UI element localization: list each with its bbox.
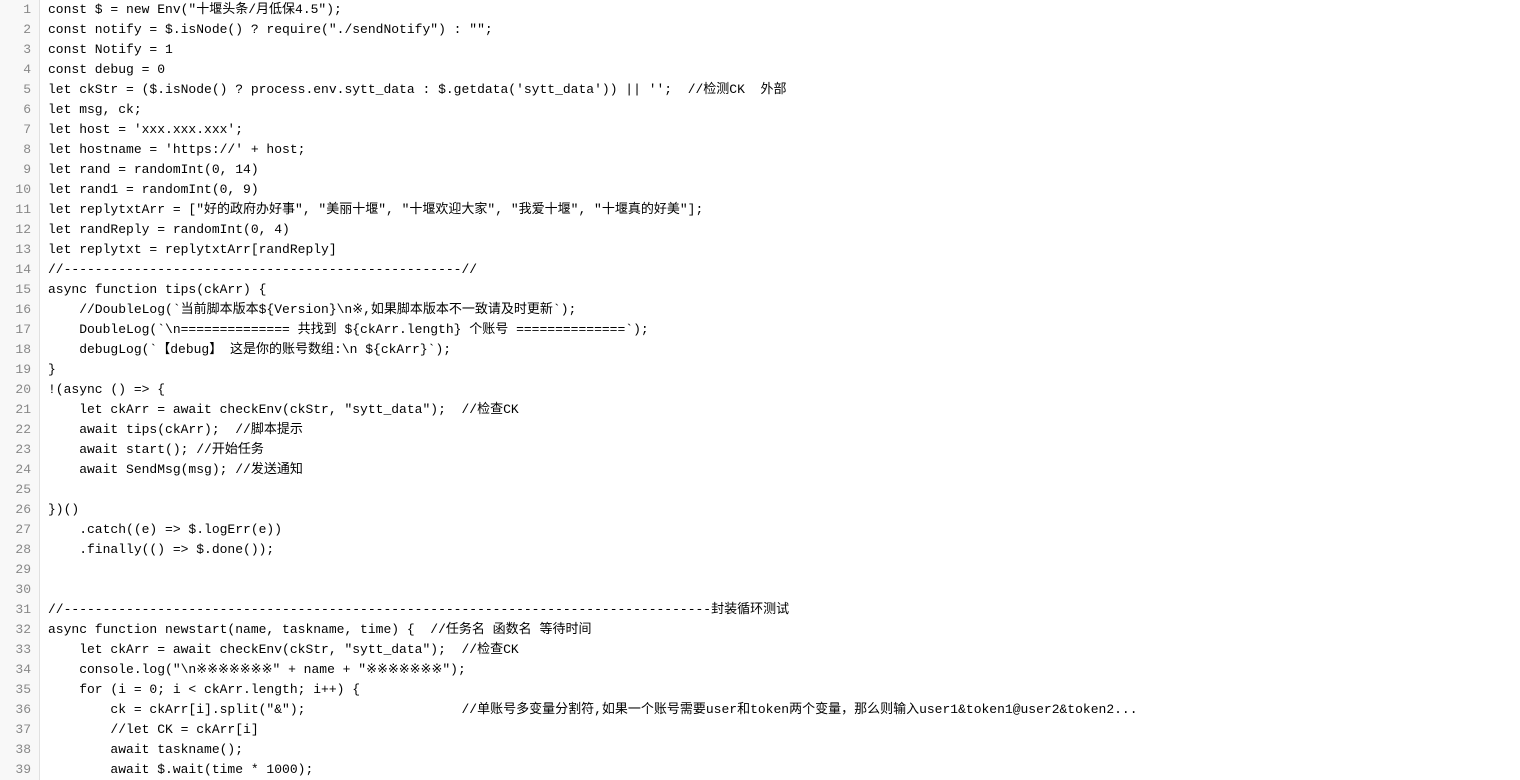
code-line: let msg, ck; (40, 100, 1520, 120)
code-line: await start(); //开始任务 (40, 440, 1520, 460)
line-number-gutter: 1234567891011121314151617181920212223242… (0, 0, 40, 780)
code-line: const debug = 0 (40, 60, 1520, 80)
code-line: const notify = $.isNode() ? require("./s… (40, 20, 1520, 40)
code-line: //DoubleLog(`当前脚本版本${Version}\n※,如果脚本版本不… (40, 300, 1520, 320)
code-line: console.log("\n※※※※※※※" + name + "※※※※※※… (40, 660, 1520, 680)
code-line: const Notify = 1 (40, 40, 1520, 60)
line-number: 4 (0, 60, 39, 80)
line-number: 28 (0, 540, 39, 560)
line-number: 7 (0, 120, 39, 140)
code-line: let ckArr = await checkEnv(ckStr, "sytt_… (40, 400, 1520, 420)
line-number: 32 (0, 620, 39, 640)
line-number: 15 (0, 280, 39, 300)
line-number: 11 (0, 200, 39, 220)
line-number: 2 (0, 20, 39, 40)
line-number: 39 (0, 760, 39, 780)
line-number: 21 (0, 400, 39, 420)
code-line: await $.wait(time * 1000); (40, 760, 1520, 780)
line-number: 30 (0, 580, 39, 600)
line-number: 23 (0, 440, 39, 460)
line-number: 13 (0, 240, 39, 260)
line-number: 34 (0, 660, 39, 680)
code-line: let ckArr = await checkEnv(ckStr, "sytt_… (40, 640, 1520, 660)
line-number: 9 (0, 160, 39, 180)
code-line (40, 560, 1520, 580)
code-line: async function newstart(name, taskname, … (40, 620, 1520, 640)
code-line: let hostname = 'https://' + host; (40, 140, 1520, 160)
code-line: async function tips(ckArr) { (40, 280, 1520, 300)
line-number: 12 (0, 220, 39, 240)
code-line: ck = ckArr[i].split("&"); //单账号多变量分割符,如果… (40, 700, 1520, 720)
line-number: 37 (0, 720, 39, 740)
line-number: 38 (0, 740, 39, 760)
line-number: 26 (0, 500, 39, 520)
line-number: 19 (0, 360, 39, 380)
code-line: //let CK = ckArr[i] (40, 720, 1520, 740)
line-number: 36 (0, 700, 39, 720)
code-line (40, 580, 1520, 600)
code-line (40, 480, 1520, 500)
code-line: await SendMsg(msg); //发送通知 (40, 460, 1520, 480)
code-line: let rand1 = randomInt(0, 9) (40, 180, 1520, 200)
line-number: 29 (0, 560, 39, 580)
code-editor: 1234567891011121314151617181920212223242… (0, 0, 1520, 780)
code-line: })() (40, 500, 1520, 520)
code-line: } (40, 360, 1520, 380)
line-number: 35 (0, 680, 39, 700)
code-line: await tips(ckArr); //脚本提示 (40, 420, 1520, 440)
line-number: 6 (0, 100, 39, 120)
line-number: 18 (0, 340, 39, 360)
code-line: let randReply = randomInt(0, 4) (40, 220, 1520, 240)
line-number: 16 (0, 300, 39, 320)
line-number: 31 (0, 600, 39, 620)
code-line: .catch((e) => $.logErr(e)) (40, 520, 1520, 540)
line-number: 27 (0, 520, 39, 540)
code-line: const $ = new Env("十堰头条/月低保4.5"); (40, 0, 1520, 20)
code-line: //--------------------------------------… (40, 260, 1520, 280)
code-line: //--------------------------------------… (40, 600, 1520, 620)
code-area: const $ = new Env("十堰头条/月低保4.5");const n… (40, 0, 1520, 780)
code-line: DoubleLog(`\n============== 共找到 ${ckArr.… (40, 320, 1520, 340)
line-number: 33 (0, 640, 39, 660)
line-number: 24 (0, 460, 39, 480)
line-number: 20 (0, 380, 39, 400)
code-line: let ckStr = ($.isNode() ? process.env.sy… (40, 80, 1520, 100)
code-line: let replytxtArr = ["好的政府办好事", "美丽十堰", "十… (40, 200, 1520, 220)
line-number: 22 (0, 420, 39, 440)
line-number: 14 (0, 260, 39, 280)
line-number: 1 (0, 0, 39, 20)
line-number: 17 (0, 320, 39, 340)
code-line: .finally(() => $.done()); (40, 540, 1520, 560)
code-line: debugLog(`【debug】 这是你的账号数组:\n ${ckArr}`)… (40, 340, 1520, 360)
line-number: 5 (0, 80, 39, 100)
line-number: 3 (0, 40, 39, 60)
code-line: for (i = 0; i < ckArr.length; i++) { (40, 680, 1520, 700)
code-line: let rand = randomInt(0, 14) (40, 160, 1520, 180)
code-line: await taskname(); (40, 740, 1520, 760)
line-number: 8 (0, 140, 39, 160)
code-line: let host = 'xxx.xxx.xxx'; (40, 120, 1520, 140)
line-number: 10 (0, 180, 39, 200)
line-number: 25 (0, 480, 39, 500)
code-line: let replytxt = replytxtArr[randReply] (40, 240, 1520, 260)
code-line: !(async () => { (40, 380, 1520, 400)
